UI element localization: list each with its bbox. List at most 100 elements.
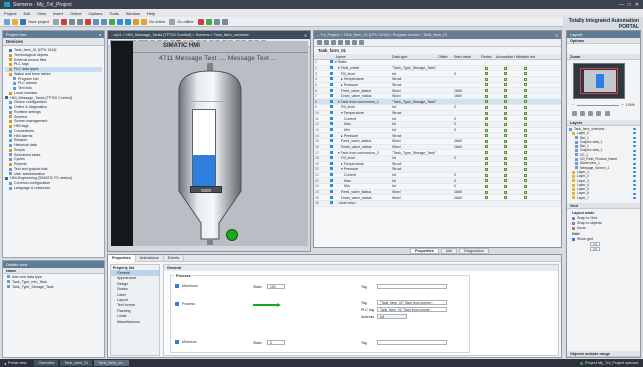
tag-data-type[interactable]: Word xyxy=(391,145,437,149)
checkbox-icon[interactable] xyxy=(485,100,488,104)
keep-actual-values-icon[interactable] xyxy=(359,40,364,45)
tag-name[interactable]: Max xyxy=(335,179,391,183)
checkbox-icon[interactable] xyxy=(504,66,507,70)
tab-animations[interactable]: Animations xyxy=(136,254,164,262)
zoom-value[interactable]: 100% xyxy=(626,103,635,107)
col-data-type[interactable]: Data type xyxy=(391,55,437,59)
delete-icon[interactable] xyxy=(85,18,92,25)
checkbox-icon[interactable] xyxy=(485,89,488,93)
col-accessible-hmi[interactable]: Accessible from HMI xyxy=(495,55,515,59)
tag-name[interactable]: ▾ Temperature xyxy=(335,111,391,115)
checkbox-icon[interactable] xyxy=(485,72,488,76)
checkbox-icon[interactable] xyxy=(504,168,507,172)
grid-x-field[interactable]: 10 xyxy=(590,242,600,247)
checkbox-icon[interactable] xyxy=(524,89,527,93)
zoom-selection-icon[interactable] xyxy=(580,111,586,116)
checkbox-icon[interactable] xyxy=(485,145,488,149)
checkbox-icon[interactable] xyxy=(524,72,527,76)
tag-data-type[interactable]: Struct xyxy=(391,167,437,171)
checkbox-icon[interactable] xyxy=(504,72,507,76)
tag-data-type[interactable]: Int xyxy=(391,156,437,160)
snap-grid-radio[interactable] xyxy=(572,216,575,220)
tag-data-type[interactable]: Int xyxy=(391,179,437,183)
checkbox-icon[interactable] xyxy=(485,179,488,183)
tag-data-type[interactable]: Struct xyxy=(391,162,437,166)
tag-name[interactable]: Fill_level xyxy=(335,72,391,76)
menu-window[interactable]: Window xyxy=(126,11,140,16)
checkbox-icon[interactable] xyxy=(504,122,507,126)
visibility-icon[interactable] xyxy=(633,136,636,139)
details-row[interactable]: Tank_Type_Storage_Tank xyxy=(3,284,104,289)
plc-tag-field[interactable]: Tank_farm_01."Tank from conver... xyxy=(377,307,447,312)
cut-icon[interactable] xyxy=(61,18,68,25)
col-offset[interactable]: Offset xyxy=(437,55,453,59)
objects-outside-section[interactable]: Objects outside range xyxy=(567,351,640,357)
checkbox-icon[interactable] xyxy=(504,196,507,200)
show-grid-checkbox[interactable] xyxy=(572,237,575,241)
new-project-icon[interactable] xyxy=(4,18,10,25)
tag-start-value[interactable]: 0 xyxy=(453,105,477,109)
minimize-icon[interactable]: — xyxy=(619,2,624,8)
visibility-icon[interactable] xyxy=(633,179,636,182)
copy-icon[interactable] xyxy=(69,18,76,25)
menu-view[interactable]: View xyxy=(37,11,46,16)
checkbox-icon[interactable] xyxy=(485,77,488,81)
tag-start-value[interactable]: 0 xyxy=(453,128,477,132)
tag-name[interactable]: Fill_level xyxy=(335,105,391,109)
checkbox-icon[interactable] xyxy=(524,94,527,98)
checkbox-icon[interactable] xyxy=(524,66,527,70)
undo-icon[interactable] xyxy=(93,18,100,25)
tag-data-type[interactable]: Word xyxy=(391,196,437,200)
snap-objects-radio[interactable] xyxy=(572,221,575,225)
checkbox-icon[interactable] xyxy=(485,156,488,160)
tag-data-type[interactable]: "Tank_Type_Storage_Tank" xyxy=(391,151,437,155)
col-start-value[interactable]: Start value xyxy=(453,55,477,59)
visibility-icon[interactable] xyxy=(633,141,636,144)
checkbox-icon[interactable] xyxy=(504,162,507,166)
stop-cpu-icon[interactable] xyxy=(197,18,204,25)
tag-data-type[interactable]: Struct xyxy=(391,134,437,138)
table-row[interactable]: 26 <Add new> xyxy=(314,201,561,207)
minimum-tag-field[interactable] xyxy=(377,340,447,345)
checkbox-icon[interactable] xyxy=(504,184,507,188)
checkbox-icon[interactable] xyxy=(524,168,527,172)
zoom-reset-icon[interactable] xyxy=(604,111,610,116)
tank-bar[interactable] xyxy=(192,109,216,193)
close-data-block-icon[interactable]: ✕ xyxy=(555,33,558,38)
checkbox-icon[interactable] xyxy=(504,94,507,98)
start-cpu-icon[interactable] xyxy=(205,18,212,25)
level-io-field[interactable]: 0000 xyxy=(190,186,222,193)
checkbox-icon[interactable] xyxy=(524,100,527,104)
zoom-plus-icon[interactable]: + xyxy=(622,103,624,107)
close-icon[interactable]: ✕ xyxy=(635,2,639,8)
tag-data-type[interactable]: Struct xyxy=(391,77,437,81)
visibility-icon[interactable] xyxy=(633,145,636,148)
maximum-tag-field[interactable] xyxy=(377,284,447,289)
tag-name[interactable]: ▾ Tank from conversion_2 xyxy=(335,151,391,155)
checkbox-icon[interactable] xyxy=(524,105,527,109)
layer-item[interactable]: Layer_7 xyxy=(569,196,638,200)
message-text-field[interactable]: 4711 Message Text .... Message Text ... xyxy=(159,55,277,62)
expand-all-icon[interactable] xyxy=(331,40,336,45)
collapse-all-icon[interactable] xyxy=(338,40,343,45)
checkbox-icon[interactable] xyxy=(524,179,527,183)
tab-events[interactable]: Events xyxy=(164,254,185,262)
go-online-icon[interactable] xyxy=(141,18,148,25)
checkbox-icon[interactable] xyxy=(504,89,507,93)
tag-data-type[interactable]: Struct xyxy=(391,111,437,115)
minimum-value-field[interactable]: 0 xyxy=(267,340,285,345)
search-icon[interactable] xyxy=(221,18,228,25)
checkbox-icon[interactable] xyxy=(485,168,488,172)
compile-icon[interactable] xyxy=(109,18,116,25)
visibility-icon[interactable] xyxy=(633,171,636,174)
tag-data-type[interactable]: Struct xyxy=(391,83,437,87)
checkbox-icon[interactable] xyxy=(524,162,527,166)
checkbox-icon[interactable] xyxy=(485,196,488,200)
maximize-icon[interactable]: □ xyxy=(628,2,631,8)
menu-edit[interactable]: Edit xyxy=(23,11,30,16)
tag-data-type[interactable]: Int xyxy=(391,72,437,76)
col-writable-hmi[interactable]: Writable from HMI xyxy=(515,55,535,59)
checkbox-icon[interactable] xyxy=(485,134,488,138)
checkbox-icon[interactable] xyxy=(504,111,507,115)
grid-y-field[interactable]: 10 xyxy=(590,247,600,252)
